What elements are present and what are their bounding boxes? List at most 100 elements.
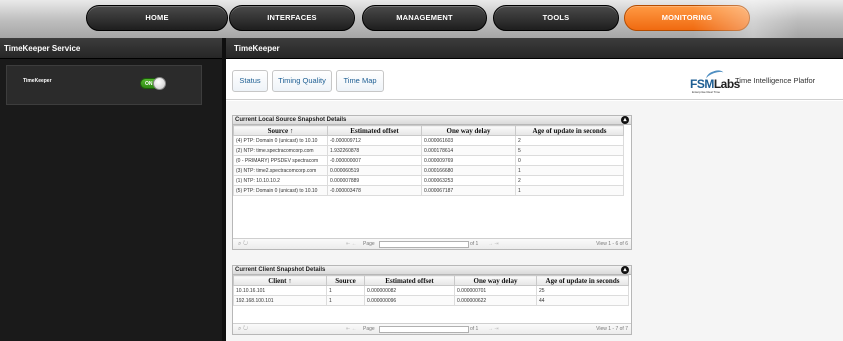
cell-one-way-delay: 0.000000701 — [454, 285, 537, 296]
pager-next-icons[interactable]: → ⇥ — [488, 241, 499, 247]
pager-page-input[interactable] — [379, 326, 469, 333]
cell-age: 44 — [536, 295, 629, 306]
cell-estimated-offset: 0.000060519 — [327, 165, 422, 176]
collapse-icon[interactable]: ▴ — [621, 116, 629, 124]
nav-interfaces-button[interactable]: INTERFACES — [229, 5, 355, 31]
cell-estimated-offset: -0.000003478 — [327, 185, 422, 196]
local-source-table: Source ↑ Estimated offset One way delay … — [233, 125, 624, 196]
nav-bar-highlight — [693, 0, 843, 38]
tab-time-map[interactable]: Time Map — [336, 70, 384, 92]
cell-age: 5 — [515, 145, 624, 156]
cell-client: 192.168.100.101 — [233, 295, 327, 306]
tab-bar: Status Timing Quality Time Map FSMLabs E… — [226, 60, 843, 100]
tab-status[interactable]: Status — [232, 70, 268, 92]
pager-prev-icons[interactable]: ⇤ ← — [346, 241, 357, 247]
logo-tagline: Enterprise Real Time — [692, 90, 721, 94]
cell-source: (1) NTP: 10.10.10.2 — [233, 175, 328, 186]
column-header-estimated-offset[interactable]: Estimated offset — [327, 125, 422, 136]
top-nav-bar: HOME INTERFACES MANAGEMENT TOOLS MONITOR… — [0, 0, 843, 38]
cell-estimated-offset: 0.000000082 — [364, 285, 455, 296]
local-grid-pager: ⌕ ↻ ⇤ ← Page of 1 → ⇥ View 1 - 6 of 6 — [233, 238, 631, 249]
platform-title: Time Intelligence Platfor — [735, 76, 816, 85]
cell-one-way-delay: 0.000063253 — [421, 175, 516, 186]
pager-of-label: of 1 — [470, 241, 479, 247]
pager-search-refresh-icons[interactable]: ⌕ ↻ — [238, 326, 248, 333]
client-grid-pager: ⌕ ↻ ⇤ ← Page of 1 → ⇥ View 1 - 7 of 7 — [233, 323, 631, 334]
grid-title: Current Client Snapshot Details ▴ — [233, 266, 631, 275]
grid-title: Current Local Source Snapshot Details ▴ — [233, 116, 631, 125]
pager-prev-icons[interactable]: ⇤ ← — [346, 326, 357, 332]
cell-age: 2 — [515, 175, 624, 186]
service-item-label: TimeKeeper — [23, 78, 52, 84]
table-row[interactable]: 192.168.100.101 1 0.000000096 0.00000062… — [233, 295, 629, 306]
table-row[interactable]: (4) PTP: Domain 0 (unicast) to 10.10 -0.… — [233, 135, 624, 146]
cell-age: 25 — [536, 285, 629, 296]
logo-brand-a: FSM — [690, 77, 714, 91]
nav-management-button[interactable]: MANAGEMENT — [362, 5, 487, 31]
pager-page-label: Page — [363, 241, 375, 247]
cell-estimated-offset: 0.000007889 — [327, 175, 422, 186]
client-grid: Current Client Snapshot Details ▴ Client… — [232, 265, 632, 335]
client-table: Client ↑ Source Estimated offset One way… — [233, 275, 629, 306]
column-header-source[interactable]: Source — [326, 275, 365, 286]
cell-estimated-offset: -0.000000007 — [327, 155, 422, 166]
pager-view-count: View 1 - 7 of 7 — [596, 326, 628, 332]
logo-brand: FSMLabs — [690, 77, 740, 91]
column-header-one-way-delay[interactable]: One way delay — [454, 275, 537, 286]
pager-search-refresh-icons[interactable]: ⌕ ↻ — [238, 241, 248, 248]
cell-estimated-offset: 1.932260878 — [327, 145, 422, 156]
table-row[interactable]: (3) NTP: time2.spectracomcorp.com 0.0000… — [233, 165, 624, 176]
cell-age: 1 — [515, 165, 624, 176]
table-row[interactable]: (1) NTP: 10.10.10.2 0.000007889 0.000063… — [233, 175, 624, 186]
cell-source: (4) PTP: Domain 0 (unicast) to 10.10 — [233, 135, 328, 146]
left-panel: TimeKeeper Service TimeKeeper ON — [0, 38, 222, 341]
fsmlabs-logo: FSMLabs Enterprise Real Time Time Intell… — [688, 68, 838, 95]
cell-one-way-delay: 0.000061603 — [421, 135, 516, 146]
column-header-client[interactable]: Client ↑ — [233, 275, 327, 286]
pager-view-count: View 1 - 6 of 6 — [596, 241, 628, 247]
left-panel-title: TimeKeeper Service — [0, 38, 222, 59]
cell-one-way-delay: 0.000000622 — [454, 295, 537, 306]
cell-source: (3) NTP: time2.spectracomcorp.com — [233, 165, 328, 176]
column-header-age[interactable]: Age of update in seconds — [515, 125, 624, 136]
table-row[interactable]: (0 - PRIMARY) PPSDEV spectracom -0.00000… — [233, 155, 624, 166]
pager-page-label: Page — [363, 326, 375, 332]
toggle-state-label: ON — [145, 81, 153, 87]
toggle-knob-icon — [153, 77, 166, 90]
cell-age: 1 — [515, 185, 624, 196]
cell-one-way-delay: 0.000009769 — [421, 155, 516, 166]
column-header-age[interactable]: Age of update in seconds — [536, 275, 629, 286]
cell-source: (5) PTP: Domain 0 (unicast) to 10.10 — [233, 185, 328, 196]
cell-source: 1 — [326, 295, 365, 306]
service-item-timekeeper[interactable]: TimeKeeper ON — [6, 65, 202, 105]
column-header-one-way-delay[interactable]: One way delay — [421, 125, 516, 136]
main-panel: TimeKeeper Status Timing Quality Time Ma… — [226, 38, 843, 341]
cell-source: 1 — [326, 285, 365, 296]
cell-source: (0 - PRIMARY) PPSDEV spectracom — [233, 155, 328, 166]
nav-tools-button[interactable]: TOOLS — [493, 5, 619, 31]
grid-title-text: Current Local Source Snapshot Details — [235, 117, 347, 123]
cell-estimated-offset: 0.000000096 — [364, 295, 455, 306]
tab-timing-quality[interactable]: Timing Quality — [272, 70, 332, 92]
cell-age: 0 — [515, 155, 624, 166]
nav-home-button[interactable]: HOME — [86, 5, 228, 31]
table-row[interactable]: (5) PTP: Domain 0 (unicast) to 10.10 -0.… — [233, 185, 624, 196]
table-row[interactable]: 10.10.16.101 1 0.000000082 0.000000701 2… — [233, 285, 629, 296]
pager-page-input[interactable] — [379, 241, 469, 248]
table-row[interactable]: (2) NTP: time.spectracomcorp.com 1.93226… — [233, 145, 624, 156]
main-panel-title: TimeKeeper — [226, 38, 843, 59]
column-header-estimated-offset[interactable]: Estimated offset — [364, 275, 455, 286]
pager-of-label: of 1 — [470, 326, 479, 332]
collapse-icon[interactable]: ▴ — [621, 266, 629, 274]
cell-one-way-delay: 0.000067187 — [421, 185, 516, 196]
timekeeper-toggle[interactable]: ON — [140, 77, 166, 90]
cell-one-way-delay: 0.000178614 — [421, 145, 516, 156]
local-source-grid: Current Local Source Snapshot Details ▴ … — [232, 115, 632, 250]
cell-one-way-delay: 0.000166680 — [421, 165, 516, 176]
column-header-source[interactable]: Source ↑ — [233, 125, 328, 136]
content-area: Current Local Source Snapshot Details ▴ … — [226, 101, 843, 341]
cell-source: (2) NTP: time.spectracomcorp.com — [233, 145, 328, 156]
grid-title-text: Current Client Snapshot Details — [235, 267, 326, 273]
pager-next-icons[interactable]: → ⇥ — [488, 326, 499, 332]
cell-estimated-offset: -0.000009712 — [327, 135, 422, 146]
